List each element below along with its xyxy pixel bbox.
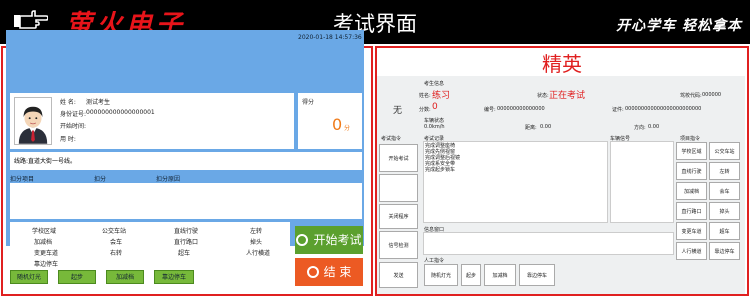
jy-number-label: 编号:	[484, 107, 496, 113]
score-card: 得分 0 分	[298, 93, 362, 149]
gear-shift-button[interactable]: 加减档	[106, 270, 144, 284]
jy-direction-value: 0.00	[648, 124, 660, 130]
jy-distance-value: 0.00	[540, 124, 552, 130]
zone-item[interactable]: 公交车站	[102, 226, 126, 235]
start-exam-label: 开始考试	[313, 233, 362, 247]
manual-command-title: 人工指令	[424, 258, 445, 264]
elapsed-label: 用 时:	[60, 136, 76, 143]
item-command-title: 项目指令	[680, 136, 701, 142]
jy-signal-check-button[interactable]: 信号检测	[379, 231, 418, 259]
jy-status-value: 正在考试	[549, 91, 586, 101]
jy-cert-label: 证件:	[612, 107, 624, 113]
avatar	[14, 97, 52, 145]
start-off-button[interactable]: 起步	[58, 270, 96, 284]
id-value: 000000000000000001	[86, 109, 155, 116]
jy-number-value: 000000000000000	[497, 106, 545, 112]
zone-item[interactable]: 会车	[110, 237, 122, 246]
zone-item[interactable]: 左转	[250, 226, 262, 235]
exam-zones: 学校区域 公交车站 直线行驶 左转 加减档 会车 直行路口 掉头 变更车道 右转…	[10, 222, 290, 268]
exam-record-list: 完成调整座椅 完成先侧视窗 完成调整后视镜 完成系安全带 完成起步锁车	[423, 141, 608, 223]
jy-item-button[interactable]: 直行路口	[676, 202, 707, 220]
zone-item[interactable]: 直线行驶	[174, 226, 198, 235]
jy-start-off-button[interactable]: 起步	[461, 264, 481, 286]
score-value: 0	[332, 115, 343, 134]
jy-random-light-button[interactable]: 随机灯光	[424, 264, 458, 286]
jy-item-button[interactable]: 直线行驶	[676, 162, 707, 180]
power-icon	[306, 265, 319, 278]
zone-item[interactable]: 人行横道	[246, 248, 270, 257]
pull-over-button[interactable]: 靠边停车	[154, 270, 194, 284]
jy-item-button[interactable]: 掉头	[709, 202, 740, 220]
jy-item-button[interactable]: 超车	[709, 222, 740, 240]
jy-item-button[interactable]: 公交车站	[709, 142, 740, 160]
candidate-info-card: 姓 名: 测试考生 身份证号: 000000000000000001 开始时间:…	[10, 93, 294, 149]
exam-info-title: 考生信息	[424, 81, 445, 87]
start-time-label: 开始时间:	[60, 123, 87, 130]
jy-distance-label: 距离:	[525, 125, 537, 131]
jy-item-button[interactable]: 加减档	[676, 182, 707, 200]
jy-item-button[interactable]: 变更车道	[676, 222, 707, 240]
jy-item-button[interactable]: 学校区域	[676, 142, 707, 160]
jy-close-program-button[interactable]: 关闭程序	[379, 204, 418, 229]
jy-item-button[interactable]: 会车	[709, 182, 740, 200]
jy-school-code-label: 驾校代码:	[680, 93, 702, 99]
info-window	[423, 232, 674, 255]
phone-icon	[296, 233, 309, 246]
end-exam-button[interactable]: 结 束	[295, 258, 363, 286]
start-exam-button[interactable]: 开始考试	[295, 226, 363, 254]
jingying-panel-title: 精英	[542, 52, 582, 76]
jy-item-button[interactable]: 靠边停车	[709, 242, 740, 260]
slogan: 开心学车 轻松拿本	[616, 18, 742, 34]
jy-vehicle-state-label: 车辆状态	[424, 118, 445, 124]
col-deduction-item: 扣分项目	[10, 176, 35, 183]
name-value: 测试考生	[86, 99, 111, 106]
id-label: 身份证号:	[60, 111, 87, 118]
jy-score-value: 0	[432, 102, 438, 112]
zone-item[interactable]: 右转	[110, 248, 122, 257]
zone-item[interactable]: 变更车道	[34, 248, 58, 257]
jy-pull-over-button[interactable]: 靠边停车	[519, 264, 555, 286]
datetime: 2020-01-18 14:57:36	[298, 34, 362, 41]
name-label: 姓 名:	[60, 99, 76, 106]
jy-speed-value: 0.0km/h	[424, 124, 445, 130]
col-deduction-reason: 扣分原因	[156, 176, 181, 183]
jy-item-button[interactable]: 左转	[709, 162, 740, 180]
record-item: 完成起步锁车	[425, 167, 456, 173]
end-exam-label: 结 束	[323, 265, 352, 279]
jy-score-label: 分数:	[419, 107, 431, 113]
score-unit: 分	[344, 125, 351, 132]
zone-item[interactable]: 靠边停车	[34, 259, 58, 268]
jy-name-label: 姓名:	[419, 93, 431, 99]
exam-command-title: 考试指令	[381, 136, 402, 142]
deduction-table-header: 扣分项目 扣分 扣分原因	[10, 173, 362, 183]
jy-status-label: 状态:	[537, 93, 549, 99]
jy-name-value: 练习	[432, 91, 451, 101]
jy-cert-value: 000000000000000000000000	[625, 106, 702, 112]
jy-gear-shift-button[interactable]: 加减档	[484, 264, 516, 286]
zone-item[interactable]: 超车	[178, 248, 190, 257]
deduction-table	[10, 183, 362, 219]
jy-send-button[interactable]: 发送	[379, 262, 418, 288]
score-label: 得分	[302, 99, 315, 106]
random-light-button[interactable]: 随机灯光	[10, 270, 48, 284]
zone-item[interactable]: 掉头	[250, 237, 262, 246]
zone-item[interactable]: 直行路口	[174, 237, 198, 246]
jy-start-exam-button[interactable]: 开始考试	[379, 144, 418, 172]
route-line: 线路:直道大街一号线。	[10, 152, 362, 170]
jy-blank-button[interactable]	[379, 174, 418, 202]
jy-school-code-value: 000000	[702, 92, 722, 98]
jy-direction-label: 方向:	[634, 125, 646, 131]
col-deduction-points: 扣分	[94, 176, 107, 183]
jy-item-button[interactable]: 人行横道	[676, 242, 707, 260]
zone-item[interactable]: 学校区域	[32, 226, 56, 235]
car-signal-panel	[610, 141, 674, 223]
zone-item[interactable]: 加减档	[34, 237, 52, 246]
status-icon: 无	[393, 106, 403, 116]
